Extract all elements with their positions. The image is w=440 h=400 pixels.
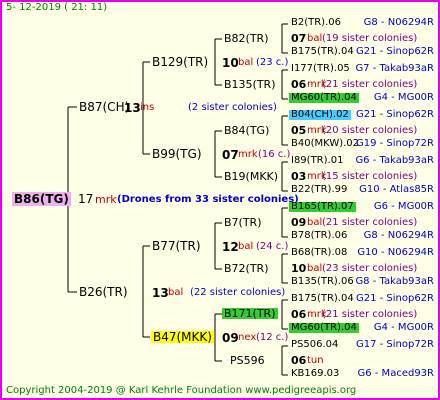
gen3-queen: B72(TR) <box>224 262 269 275</box>
gen4-info: G4 - MG00R <box>373 92 434 103</box>
gen3-drone-num: 05 <box>291 124 307 137</box>
gen2-note: (16 c.) <box>258 149 291 160</box>
gen4-info: G10 - N06294R <box>357 247 434 258</box>
gen4-info: G21 - Sinop62R <box>355 46 434 57</box>
gen2-num: 09 <box>222 331 239 345</box>
gen3-drone-num: 07 <box>291 32 307 45</box>
gen3-queen: B171(TR) <box>222 307 278 320</box>
gen2-race: bal <box>238 241 254 252</box>
gen2-queen: B129(TR) <box>152 55 209 69</box>
gen1-num: 13 <box>152 286 169 300</box>
gen3-drone-num: 06 <box>291 308 307 321</box>
gen3-queen: PS596 <box>230 354 265 367</box>
gen2-race: bal <box>238 57 254 68</box>
gen2-queen: B47(MKK) <box>151 330 214 344</box>
gen4-queen: KB169.03 <box>291 368 340 379</box>
root-queen: B86(TG) <box>12 192 71 206</box>
gen1-queen: B87(CH) <box>79 100 130 114</box>
gen4-queen: MG60(TR).04 <box>289 92 359 103</box>
gen3-drone-note: (21 sister colonies) <box>322 309 418 320</box>
gen4-queen: B175(TR).04 <box>291 46 354 57</box>
gen4-queen: I89(TR).01 <box>291 155 344 166</box>
gen2-race: nex <box>238 332 257 343</box>
gen4-queen: B78(TR).06 <box>291 230 348 241</box>
gen3-drone-num: 06 <box>291 354 307 367</box>
gen3-drone-race: bal <box>307 33 323 44</box>
gen3-drone-race: bal <box>307 263 323 274</box>
gen3-drone-note: (15 sister colonies) <box>322 171 418 182</box>
gen2-note: (12 c.) <box>256 332 289 343</box>
gen3-drone-num: 03 <box>291 170 307 183</box>
gen3-queen: B135(TR) <box>224 78 276 91</box>
gen3-queen: B19(MKK) <box>224 170 279 183</box>
gen3-queen: B84(TG) <box>224 124 270 137</box>
gen4-queen: I177(TR).05 <box>291 63 350 74</box>
gen3-queen: B7(TR) <box>224 216 262 229</box>
gen1-note: (22 sister colonies) <box>190 287 286 298</box>
gen3-drone-note: (19 sister colonies) <box>322 33 418 44</box>
gen4-queen: B165(TR).07 <box>289 201 356 212</box>
gen4-queen: B175(TR).04 <box>291 293 354 304</box>
gen1-note: (2 sister colonies) <box>188 102 277 113</box>
gen4-info: G21 - Sinop62R <box>355 109 434 120</box>
gen4-info: G6 - Takab93aR <box>355 155 434 166</box>
root-num: 17 <box>78 192 94 206</box>
gen2-num: 10 <box>222 56 239 70</box>
gen3-drone-race: tun <box>307 355 324 366</box>
gen4-info: G8 - N06294R <box>363 17 434 28</box>
gen4-info: G19 - Sinop72R <box>355 138 434 149</box>
gen4-queen: B68(TR).08 <box>291 247 348 258</box>
root-race: mrk <box>95 193 117 206</box>
gen4-queen: B2(TR).06 <box>291 17 341 28</box>
gen4-queen: PS506.04 <box>291 339 339 350</box>
gen4-info: G21 - Sinop62R <box>355 293 434 304</box>
gen4-info: G6 - Maced93R <box>357 368 434 379</box>
header-date: 5- 12-2019 ( 21: 11) <box>6 2 108 13</box>
gen1-num: 13 <box>124 101 141 115</box>
gen4-queen: B04(CH).02 <box>289 109 351 120</box>
gen2-num: 12 <box>222 240 239 254</box>
footer-copyright: Copyright 2004-2019 @ Karl Kehrle Founda… <box>6 385 357 396</box>
gen3-drone-num: 06 <box>291 78 307 91</box>
gen3-drone-note: (20 sister colonies) <box>322 125 418 136</box>
gen3-drone-note: (21 sister colonies) <box>322 79 418 90</box>
gen4-info: G8 - N06294R <box>363 230 434 241</box>
gen4-info: G17 - Sinop72R <box>355 339 434 350</box>
gen4-info: G10 - Atlas85R <box>359 184 434 195</box>
gen3-drone-race: bal <box>307 217 323 228</box>
gen4-queen: B22(TR).99 <box>291 184 348 195</box>
gen1-queen: B26(TR) <box>79 285 128 299</box>
gen2-queen: B77(TR) <box>152 239 201 253</box>
gen4-info: G8 - Takab93aR <box>355 276 434 287</box>
gen3-drone-note: (21 sister colonies) <box>322 217 418 228</box>
gen2-race: mrk <box>238 149 258 160</box>
gen3-drone-num: 09 <box>291 216 307 229</box>
gen2-note: (24 c.) <box>256 241 289 252</box>
gen4-info: G7 - Takab93aR <box>355 63 434 74</box>
gen2-queen: B99(TG) <box>152 147 202 161</box>
gen2-num: 07 <box>222 148 239 162</box>
gen3-drone-note: (23 sister colonies) <box>322 263 418 274</box>
gen3-queen: B82(TR) <box>224 32 269 45</box>
gen2-note: (23 c.) <box>256 57 289 68</box>
gen1-race: ins <box>140 102 155 113</box>
gen4-info: G6 - MG00R <box>373 201 434 212</box>
gen4-info: G4 - MG00R <box>373 322 434 333</box>
gen1-race: bal <box>168 287 184 298</box>
root-drone-note: (Drones from 33 sister colonies) <box>117 194 299 205</box>
gen4-queen: B40(MKW).02 <box>291 138 360 149</box>
gen3-drone-num: 10 <box>291 262 307 275</box>
gen4-queen: MG60(TR).04 <box>289 322 359 333</box>
gen4-queen: B135(TR).06 <box>291 276 354 287</box>
